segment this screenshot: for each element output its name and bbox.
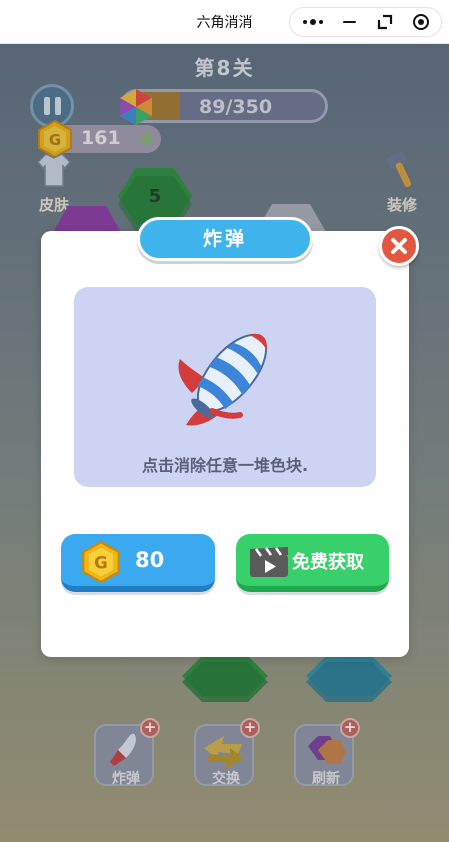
free-label: 免费获取 (292, 552, 364, 573)
minimize-icon[interactable] (330, 8, 368, 36)
close-button[interactable] (379, 226, 419, 266)
gold-coin-icon: G (82, 541, 120, 583)
coin-price: 80 (135, 548, 165, 572)
buy-with-coins-button[interactable]: G 80 (61, 534, 215, 592)
more-dots-icon[interactable] (294, 8, 332, 36)
restore-icon[interactable] (366, 8, 404, 36)
title-bar: 六角消消 (0, 0, 449, 44)
dialog-title: 炸弹 (137, 217, 313, 261)
get-free-button[interactable]: 免费获取 (236, 534, 389, 592)
rocket-icon (178, 333, 268, 426)
capsule-menu (289, 7, 442, 37)
svg-text:G: G (94, 554, 108, 573)
item-preview-card: 点击消除任意一堆色块. (74, 287, 376, 487)
close-icon (391, 238, 407, 254)
item-description: 点击消除任意一堆色块. (141, 456, 309, 475)
target-icon[interactable] (402, 8, 440, 36)
clapperboard-icon (250, 547, 288, 577)
